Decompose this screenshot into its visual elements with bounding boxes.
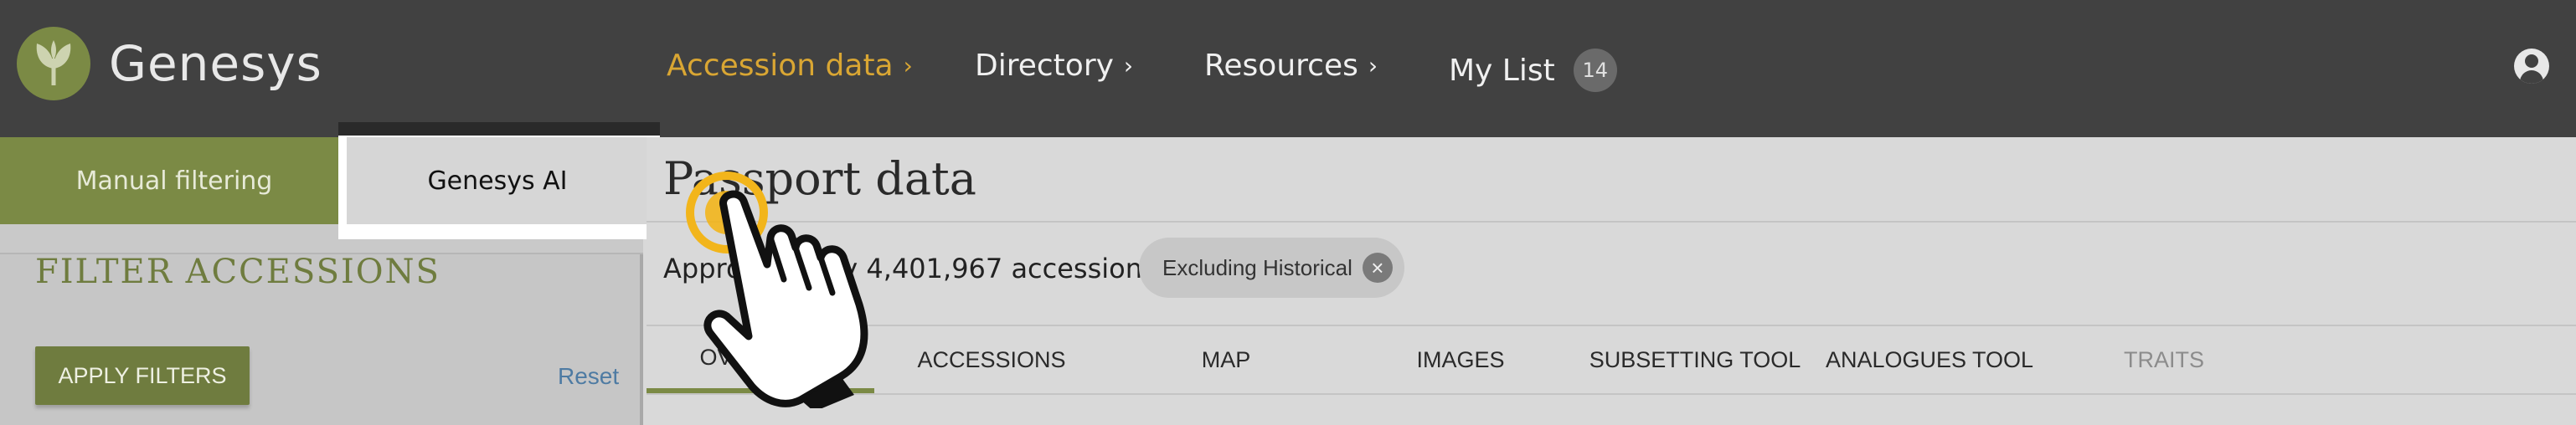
- excluding-historical-chip: Excluding Historical ×: [1139, 238, 1404, 298]
- chip-label: Excluding Historical: [1162, 254, 1352, 280]
- nav-label: Directory: [975, 49, 1114, 83]
- tab-manual-filtering[interactable]: Manual filtering: [0, 137, 348, 224]
- tab-accessions[interactable]: ACCESSIONS: [874, 326, 1109, 393]
- tab-genesys-ai[interactable]: Genesys AI: [347, 137, 648, 224]
- reset-link[interactable]: Reset: [558, 363, 619, 390]
- content-tabs: OVERVIEW ACCESSIONS MAP IMAGES SUBSETTIN…: [647, 326, 2576, 393]
- tab-images[interactable]: IMAGES: [1343, 326, 1578, 393]
- nav-resources[interactable]: Resources ›: [1204, 49, 1378, 83]
- chevron-right-icon: ›: [903, 52, 913, 79]
- my-list-count-badge: 14: [1573, 49, 1617, 92]
- nav-accession-data[interactable]: Accession data ›: [667, 49, 913, 83]
- user-account-icon[interactable]: [2514, 49, 2549, 84]
- accession-count-summary: Approximately 4,401,967 accessions: [663, 253, 1157, 284]
- nav-my-list[interactable]: My List 14: [1449, 49, 1617, 92]
- filter-accessions-heading: FILTER ACCESSIONS: [35, 253, 440, 291]
- tab-map[interactable]: MAP: [1109, 326, 1343, 393]
- main-content: Passport data Approximately 4,401,967 ac…: [647, 137, 2576, 425]
- apply-filters-button[interactable]: APPLY FILTERS: [35, 346, 250, 405]
- chevron-right-icon: ›: [1123, 52, 1134, 79]
- nav-label: Resources: [1204, 49, 1358, 83]
- genesys-logo[interactable]: Genesys: [17, 27, 322, 100]
- page-title: Passport data: [663, 152, 976, 205]
- leaf-logo-icon: [17, 27, 90, 100]
- divider: [647, 221, 2576, 223]
- logo-text: Genesys: [109, 35, 322, 92]
- chevron-right-icon: ›: [1368, 52, 1378, 79]
- tab-overview[interactable]: OVERVIEW: [647, 326, 874, 393]
- nav-label: My List: [1449, 53, 1555, 88]
- divider: [647, 393, 2576, 395]
- nav-label: Accession data: [667, 49, 894, 83]
- tab-analogues-tool[interactable]: ANALOGUES TOOL: [1812, 326, 2047, 393]
- top-navigation-bar: Genesys Accession data › Directory › Res…: [0, 0, 2576, 137]
- tab-traits[interactable]: TRAITS: [2047, 326, 2281, 393]
- nav-directory[interactable]: Directory ›: [975, 49, 1133, 83]
- close-icon[interactable]: ×: [1362, 253, 1393, 283]
- tab-subsetting-tool[interactable]: SUBSETTING TOOL: [1578, 326, 1812, 393]
